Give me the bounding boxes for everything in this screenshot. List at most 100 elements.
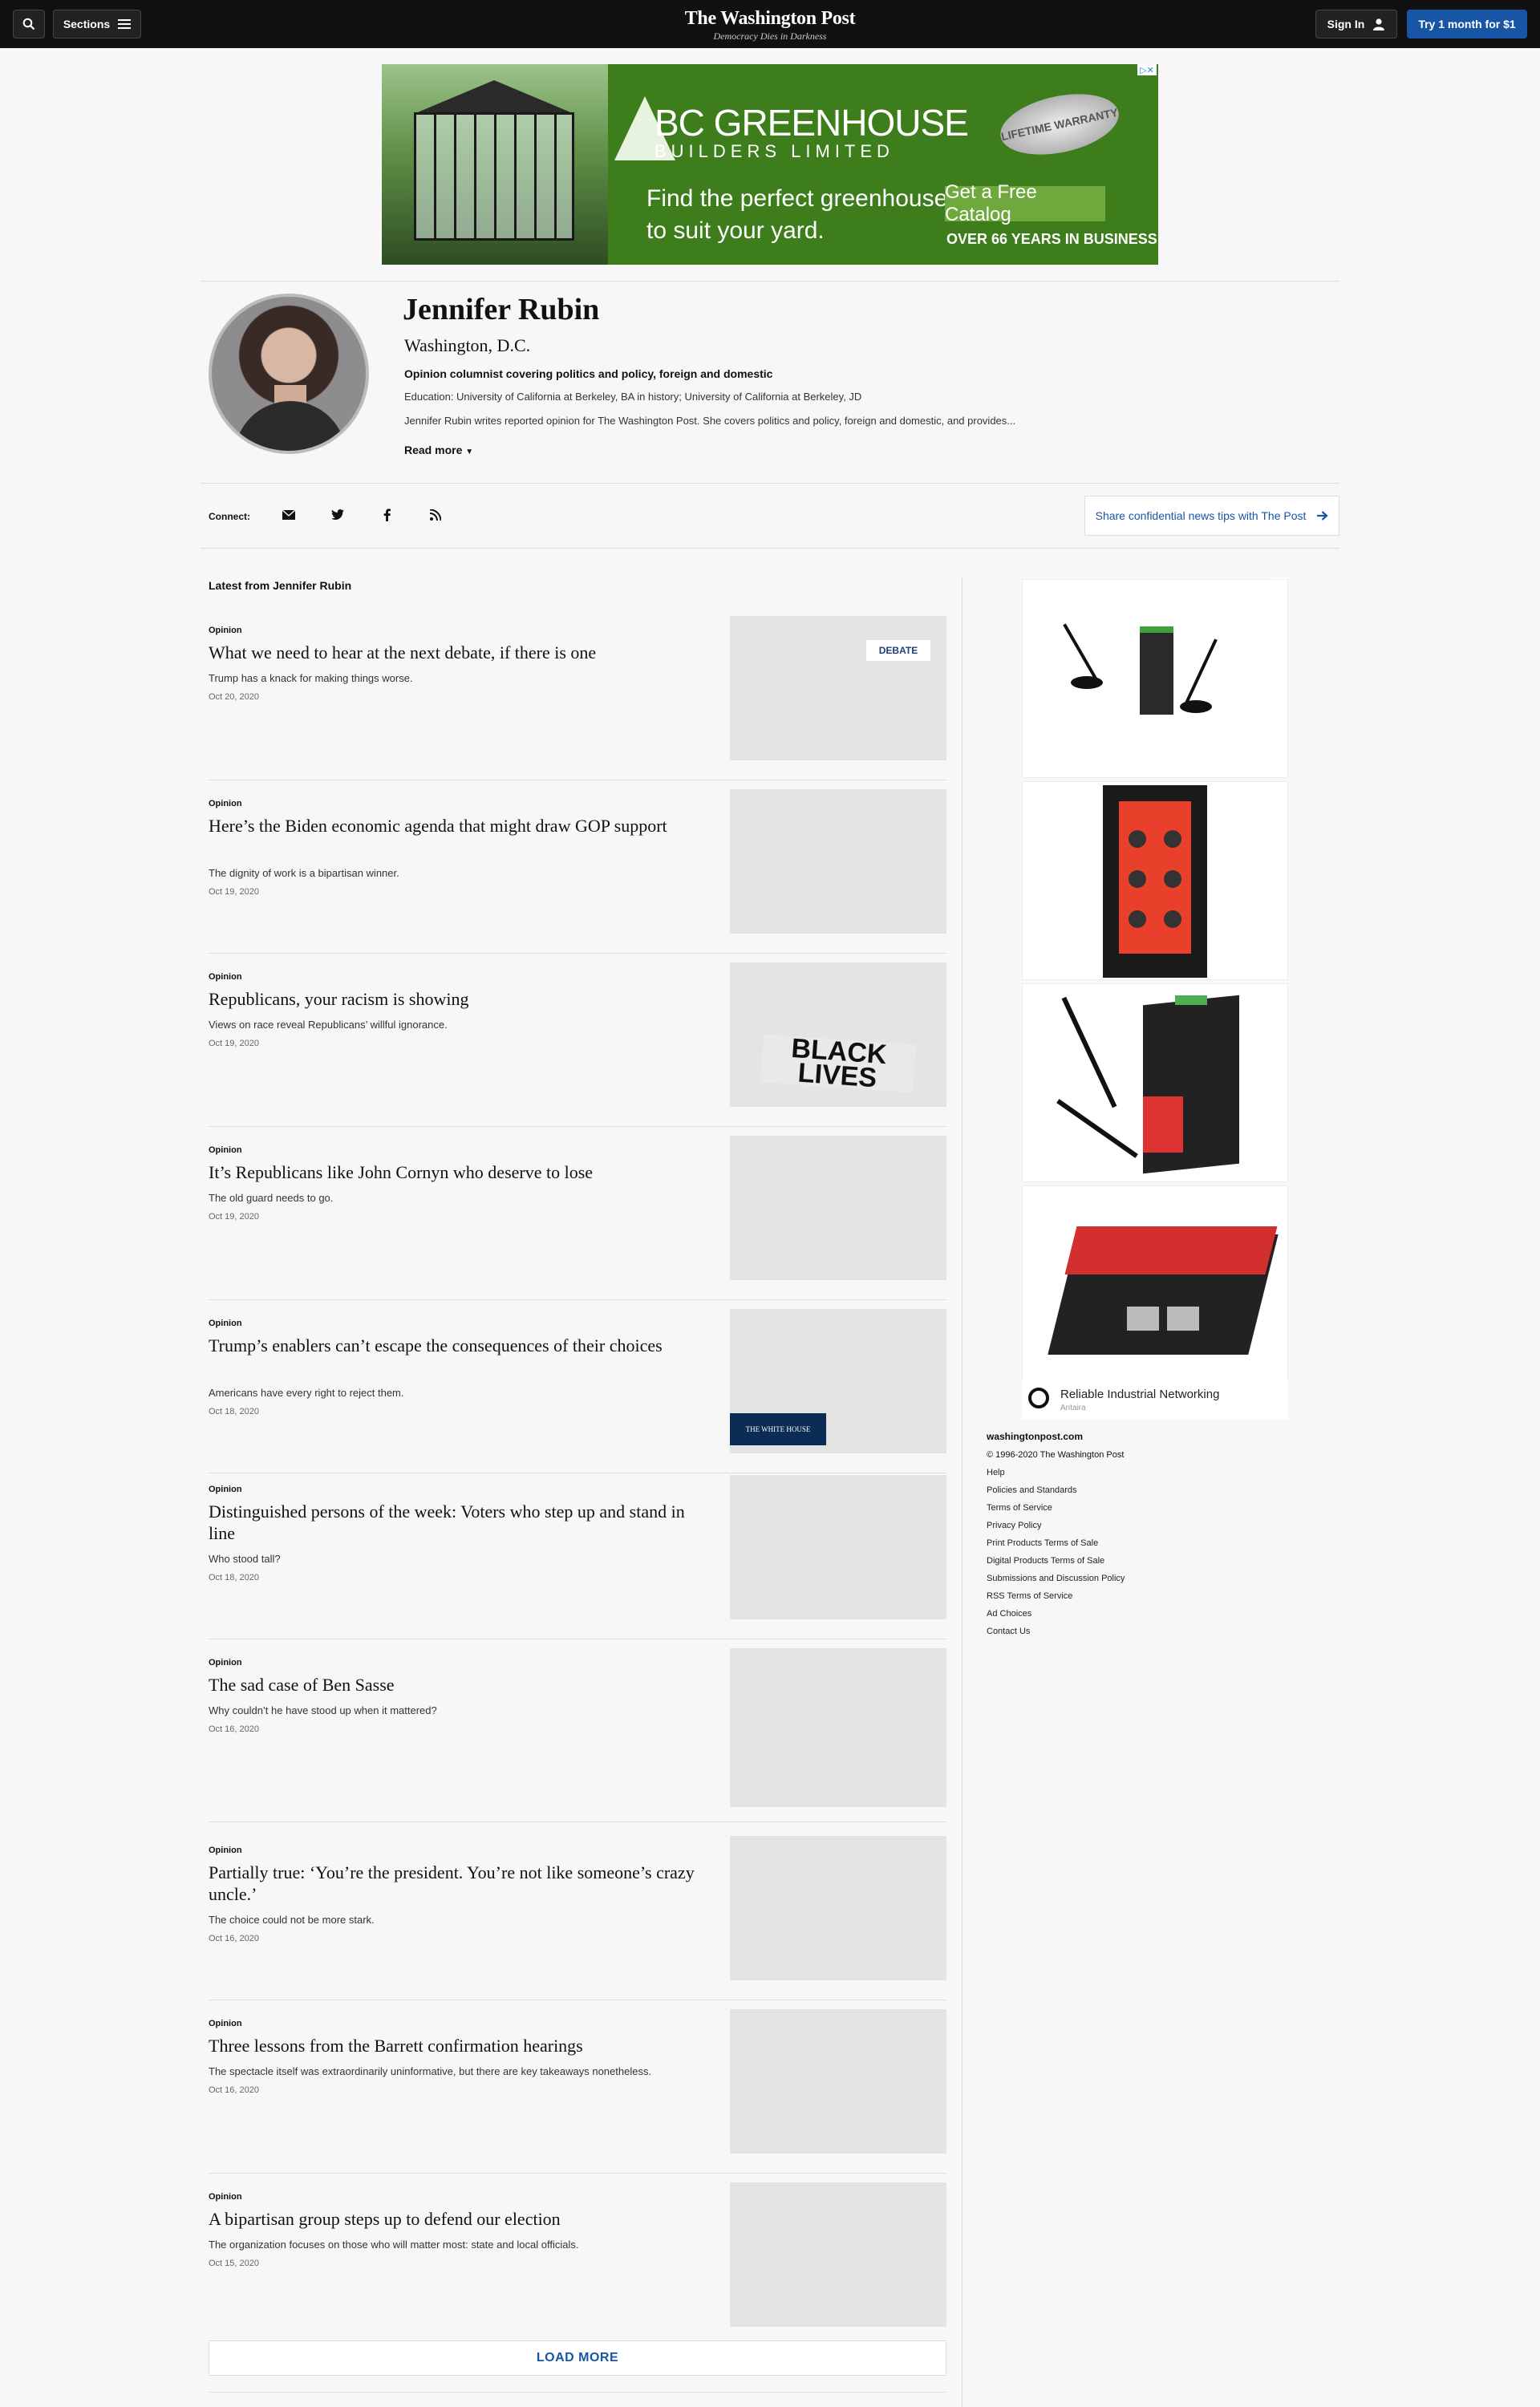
article-item[interactable]: Opinion Republicans, your racism is show… <box>209 962 946 1145</box>
article-item[interactable]: Opinion What we need to hear at the next… <box>209 616 946 799</box>
side-ad-title[interactable]: Reliable Industrial Networking <box>1060 1388 1219 1401</box>
article-date: Oct 19, 2020 <box>209 1212 259 1222</box>
ad-brand-line2: BUILDERS LIMITED <box>654 141 894 161</box>
side-ad-product[interactable] <box>1022 983 1288 1182</box>
side-ad-product[interactable] <box>1022 579 1288 778</box>
news-tips-label: Share confidential news tips with The Po… <box>1095 509 1307 522</box>
article-headline[interactable]: Three lessons from the Barrett confirmat… <box>209 2035 706 2056</box>
article-thumbnail[interactable] <box>730 1648 946 1807</box>
footer-link-ad-choices[interactable]: Ad Choices <box>987 1609 1125 1619</box>
article-item[interactable]: Opinion A bipartisan group steps up to d… <box>209 2182 946 2365</box>
author-bio: Jennifer Rubin writes reported opinion f… <box>404 415 1016 427</box>
article-kicker: Opinion <box>209 1145 242 1155</box>
site-footer: washingtonpost.com © 1996-2020 The Washi… <box>987 1431 1125 1644</box>
article-headline[interactable]: A bipartisan group steps up to defend ou… <box>209 2208 706 2230</box>
twitter-icon <box>331 509 344 520</box>
caret-down-icon: ▼ <box>465 448 474 456</box>
author-education: Education: University of California at B… <box>404 391 862 403</box>
protest-sign: BLACK LIVES <box>760 1033 916 1093</box>
article-thumbnail[interactable]: DEBATE <box>730 616 946 760</box>
article-item[interactable]: Opinion It’s Republicans like John Corny… <box>209 1136 946 1319</box>
article-thumbnail[interactable]: BLACK LIVES <box>730 962 946 1107</box>
article-thumbnail[interactable] <box>730 1136 946 1280</box>
article-item[interactable]: Opinion Distinguished persons of the wee… <box>209 1475 946 1658</box>
load-more-button[interactable]: LOAD MORE <box>209 2340 946 2376</box>
ad-choices-icon[interactable]: ▷✕ <box>1137 64 1157 75</box>
article-headline[interactable]: What we need to hear at the next debate,… <box>209 642 706 663</box>
article-thumbnail[interactable] <box>730 1836 946 1980</box>
article-dek: Who stood tall? <box>209 1553 281 1565</box>
footer-site-name: washingtonpost.com <box>987 1431 1083 1442</box>
email-link[interactable] <box>281 507 297 523</box>
subscribe-button[interactable]: Try 1 month for $1 <box>1407 10 1527 38</box>
article-item[interactable]: Opinion Partially true: ‘You’re the pres… <box>209 1836 946 2019</box>
article-item[interactable]: Opinion Three lessons from the Barrett c… <box>209 2009 946 2192</box>
debate-sign: DEBATE <box>866 640 930 661</box>
footer-link-policies[interactable]: Policies and Standards <box>987 1485 1125 1495</box>
article-headline[interactable]: The sad case of Ben Sasse <box>209 1674 706 1696</box>
latest-heading: Latest from Jennifer Rubin <box>209 579 352 592</box>
side-ad-product[interactable] <box>1022 781 1288 980</box>
top-banner-ad[interactable]: BC GREENHOUSE BUILDERS LIMITED LIFETIME … <box>382 64 1158 265</box>
article-headline[interactable]: Trump’s enablers can’t escape the conseq… <box>209 1335 706 1356</box>
user-icon <box>1373 18 1385 30</box>
envelope-icon <box>282 510 295 520</box>
article-headline[interactable]: Here’s the Biden economic agenda that mi… <box>209 815 706 837</box>
article-dek: Views on race reveal Republicans’ willfu… <box>209 1019 448 1031</box>
side-ad-footer[interactable]: Reliable Industrial Networking Antaira <box>1022 1381 1288 1420</box>
facebook-link[interactable] <box>379 507 395 523</box>
divider <box>201 281 1339 282</box>
article-headline[interactable]: Republicans, your racism is showing <box>209 988 706 1010</box>
article-item[interactable]: Opinion The sad case of Ben Sasse Why co… <box>209 1648 946 1831</box>
article-kicker: Opinion <box>209 799 242 808</box>
article-date: Oct 20, 2020 <box>209 692 259 702</box>
article-dek: Americans have every right to reject the… <box>209 1387 404 1399</box>
footer-link-submissions[interactable]: Submissions and Discussion Policy <box>987 1574 1125 1583</box>
article-item[interactable]: Opinion Here’s the Biden economic agenda… <box>209 789 946 972</box>
twitter-link[interactable] <box>330 507 346 523</box>
article-kicker: Opinion <box>209 2192 242 2202</box>
rss-link[interactable] <box>428 507 444 523</box>
ad-brand: BC GREENHOUSE BUILDERS LIMITED <box>654 102 969 162</box>
footer-link-help[interactable]: Help <box>987 1468 1125 1477</box>
divider <box>209 2392 946 2393</box>
article-thumbnail-placeholder[interactable] <box>730 2182 946 2327</box>
ad-cta-button[interactable]: Get a Free Catalog <box>945 181 1105 225</box>
article-kicker: Opinion <box>209 626 242 635</box>
ad-headline-line2: to suit your yard. <box>646 217 825 244</box>
side-ad-product[interactable] <box>1022 1185 1288 1384</box>
article-thumbnail[interactable] <box>730 1475 946 1619</box>
article-thumbnail[interactable]: THE WHITE HOUSE <box>730 1309 946 1453</box>
sign-in-label: Sign In <box>1327 18 1365 30</box>
article-headline[interactable]: It’s Republicans like John Cornyn who de… <box>209 1161 706 1183</box>
ad-headline: Find the perfect greenhouse to suit your… <box>646 183 947 247</box>
article-date: Oct 18, 2020 <box>209 1407 259 1416</box>
article-kicker: Opinion <box>209 1319 242 1328</box>
article-thumbnail-placeholder[interactable] <box>730 2009 946 2154</box>
footer-link-rss-terms[interactable]: RSS Terms of Service <box>987 1591 1125 1601</box>
ad-brand-line1: BC GREENHOUSE <box>654 102 969 144</box>
rss-icon <box>430 509 441 521</box>
footer-link-contact[interactable]: Contact Us <box>987 1627 1125 1636</box>
read-more-link[interactable]: Read more ▼ <box>404 444 473 456</box>
article-kicker: Opinion <box>209 2019 242 2028</box>
footer-link-terms[interactable]: Terms of Service <box>987 1503 1125 1513</box>
podium-sign: THE WHITE HOUSE <box>730 1413 826 1445</box>
author-avatar <box>209 294 369 454</box>
tagline: Democracy Dies in Darkness <box>713 30 827 42</box>
footer-link-privacy[interactable]: Privacy Policy <box>987 1521 1125 1530</box>
article-thumbnail[interactable] <box>730 789 946 934</box>
footer-link-print-terms[interactable]: Print Products Terms of Sale <box>987 1538 1125 1548</box>
article-headline[interactable]: Distinguished persons of the week: Voter… <box>209 1501 706 1544</box>
article-headline[interactable]: Partially true: ‘You’re the president. Y… <box>209 1862 706 1905</box>
news-tips-button[interactable]: Share confidential news tips with The Po… <box>1084 496 1339 536</box>
article-item[interactable]: Opinion Trump’s enablers can’t escape th… <box>209 1309 946 1492</box>
footer-link-digital-terms[interactable]: Digital Products Terms of Sale <box>987 1556 1125 1566</box>
divider <box>209 1126 946 1127</box>
article-date: Oct 16, 2020 <box>209 2085 259 2095</box>
sign-in-button[interactable]: Sign In <box>1315 10 1397 38</box>
divider <box>201 548 1339 549</box>
site-logo[interactable]: The Washington Post Democracy Dies in Da… <box>0 8 1540 43</box>
article-dek: Trump has a knack for making things wors… <box>209 672 413 684</box>
article-date: Oct 16, 2020 <box>209 1934 259 1943</box>
